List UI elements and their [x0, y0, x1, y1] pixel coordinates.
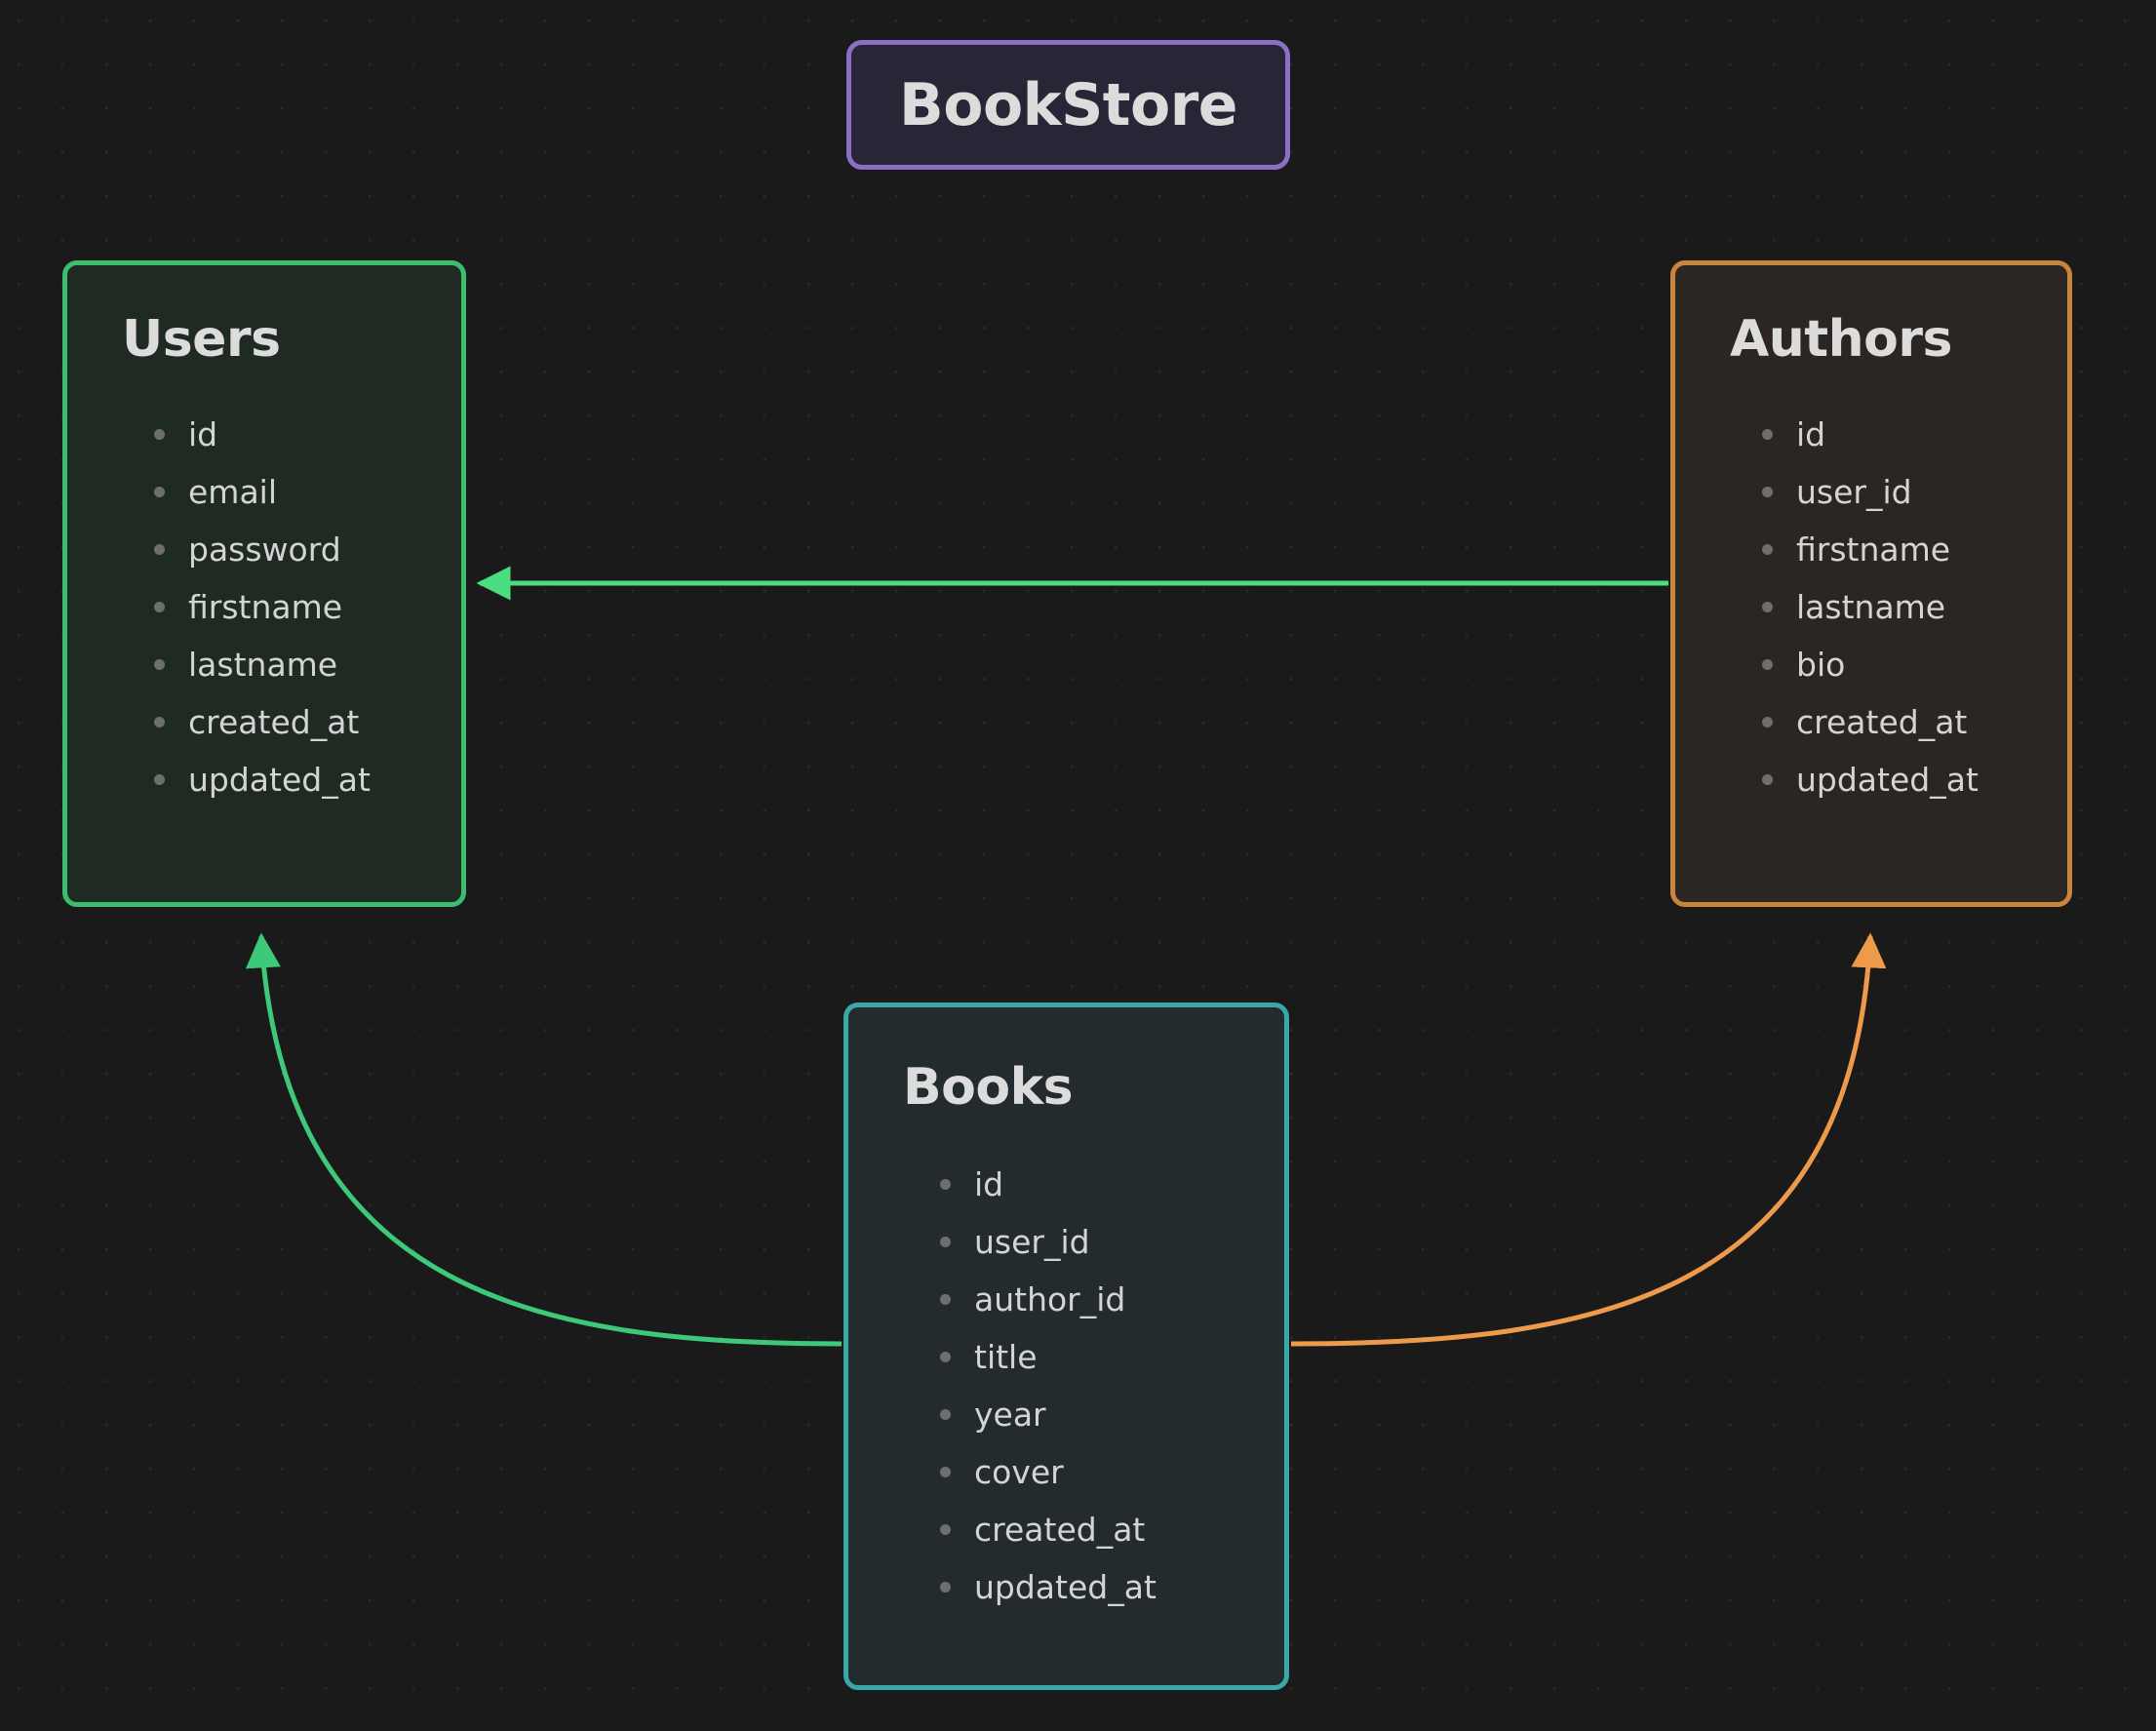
- field-label: cover: [974, 1453, 1064, 1491]
- field-row: cover: [940, 1443, 1284, 1501]
- diagram-canvas: BookStore Users id email password firstn…: [0, 0, 2156, 1731]
- field-label: title: [974, 1338, 1038, 1376]
- bullet-icon: [154, 774, 165, 785]
- field-list-authors: id user_id firstname lastname bio create…: [1762, 406, 2067, 808]
- field-label: id: [1796, 415, 1826, 453]
- bullet-icon: [154, 602, 165, 612]
- bullet-icon: [1762, 544, 1773, 555]
- bullet-icon: [154, 717, 165, 728]
- bullet-icon: [1762, 717, 1773, 728]
- field-row: user_id: [1762, 463, 2067, 521]
- field-row: lastname: [154, 636, 461, 693]
- field-label: password: [188, 531, 341, 569]
- field-row: updated_at: [940, 1558, 1284, 1616]
- bullet-icon: [940, 1179, 951, 1190]
- entity-node-users[interactable]: Users id email password firstname lastna…: [62, 260, 466, 907]
- entity-title-authors: Authors: [1730, 310, 1952, 369]
- field-label: id: [974, 1165, 1004, 1203]
- edge-books-to-authors: [1290, 932, 1887, 1347]
- field-label: year: [974, 1396, 1046, 1434]
- field-row: email: [154, 463, 461, 521]
- field-row: title: [940, 1328, 1284, 1386]
- bullet-icon: [1762, 487, 1773, 497]
- bullet-icon: [1762, 429, 1773, 440]
- bullet-icon: [940, 1294, 951, 1305]
- entity-node-books[interactable]: Books id user_id author_id title year co…: [843, 1003, 1289, 1690]
- field-label: user_id: [974, 1223, 1090, 1261]
- field-row: created_at: [940, 1501, 1284, 1558]
- diagram-title-node[interactable]: BookStore: [846, 40, 1290, 170]
- bullet-icon: [940, 1409, 951, 1420]
- field-label: created_at: [188, 703, 360, 741]
- bullet-icon: [154, 487, 165, 497]
- field-row: firstname: [154, 578, 461, 636]
- field-label: user_id: [1796, 473, 1912, 511]
- bullet-icon: [940, 1524, 951, 1535]
- bullet-icon: [154, 429, 165, 440]
- field-row: firstname: [1762, 521, 2067, 578]
- field-row: password: [154, 521, 461, 578]
- entity-title-books: Books: [903, 1058, 1074, 1117]
- field-row: author_id: [940, 1271, 1284, 1328]
- field-list-books: id user_id author_id title year cover cr…: [940, 1156, 1284, 1616]
- field-label: updated_at: [188, 761, 371, 799]
- bullet-icon: [1762, 774, 1773, 785]
- bullet-icon: [1762, 659, 1773, 670]
- field-row: id: [154, 406, 461, 463]
- field-label: firstname: [1796, 531, 1951, 569]
- bullet-icon: [940, 1237, 951, 1247]
- field-label: lastname: [188, 646, 338, 684]
- field-label: id: [188, 415, 218, 453]
- field-label: bio: [1796, 646, 1846, 684]
- field-row: year: [940, 1386, 1284, 1443]
- entity-title-users: Users: [122, 310, 281, 369]
- bullet-icon: [154, 544, 165, 555]
- bullet-icon: [154, 659, 165, 670]
- field-label: author_id: [974, 1280, 1126, 1318]
- bullet-icon: [940, 1467, 951, 1477]
- field-label: lastname: [1796, 588, 1946, 626]
- field-label: created_at: [974, 1511, 1146, 1549]
- field-label: updated_at: [1796, 761, 1979, 799]
- bullet-icon: [1762, 602, 1773, 612]
- edge-books-to-users: [245, 932, 843, 1347]
- field-label: updated_at: [974, 1568, 1156, 1606]
- bullet-icon: [940, 1582, 951, 1593]
- field-list-users: id email password firstname lastname cre…: [154, 406, 461, 808]
- entity-node-authors[interactable]: Authors id user_id firstname lastname bi…: [1670, 260, 2072, 907]
- field-row: created_at: [1762, 693, 2067, 751]
- field-row: updated_at: [154, 751, 461, 808]
- field-row: id: [1762, 406, 2067, 463]
- field-row: lastname: [1762, 578, 2067, 636]
- bullet-icon: [940, 1352, 951, 1362]
- field-label: created_at: [1796, 703, 1968, 741]
- field-label: firstname: [188, 588, 343, 626]
- field-row: created_at: [154, 693, 461, 751]
- field-row: user_id: [940, 1213, 1284, 1271]
- page-title: BookStore: [899, 70, 1237, 139]
- field-row: bio: [1762, 636, 2067, 693]
- field-label: email: [188, 473, 278, 511]
- field-row: updated_at: [1762, 751, 2067, 808]
- field-row: id: [940, 1156, 1284, 1213]
